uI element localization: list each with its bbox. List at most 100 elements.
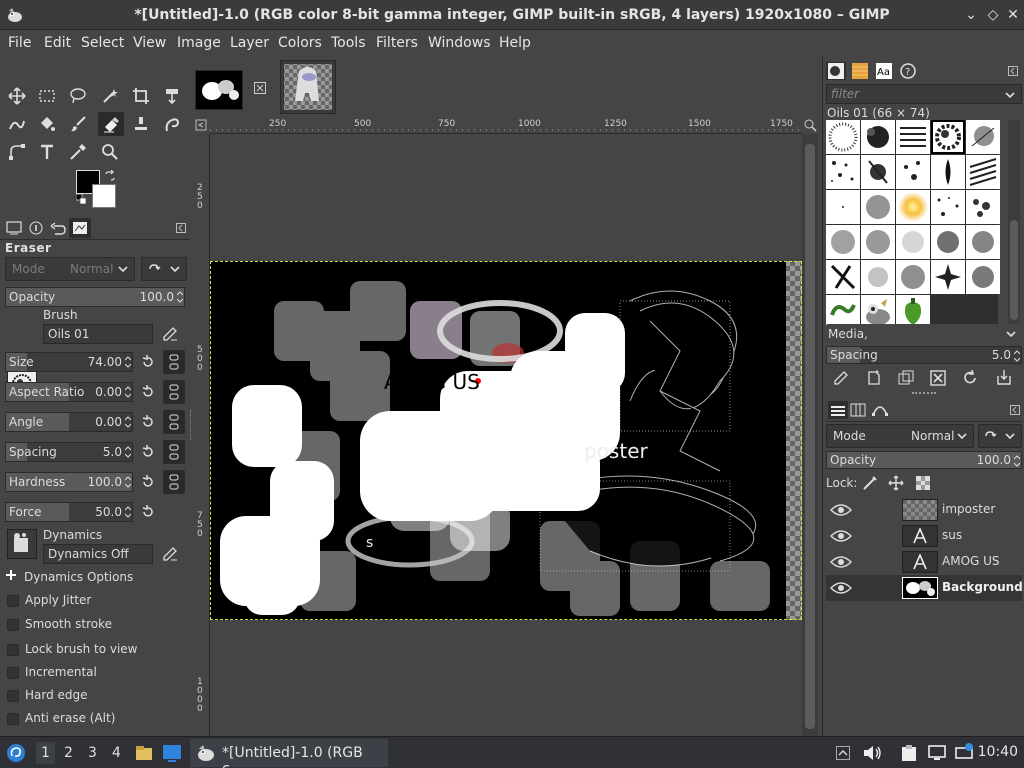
lasso-tool-icon[interactable] [67,85,89,107]
layers-tab-icon[interactable] [828,401,848,419]
fuzzy-select-tool-icon[interactable] [99,85,121,107]
ruler-corner[interactable] [194,118,210,134]
brush-cell[interactable] [896,120,930,154]
eye-icon[interactable] [830,528,852,544]
fonts-tab-icon[interactable]: Aa [874,62,894,80]
menu-filters[interactable]: Filters [376,35,418,51]
workspace-4[interactable]: 4 [112,745,121,761]
brush-cell[interactable] [826,225,860,259]
duplicate-brush-icon[interactable] [896,368,916,388]
hardness-slider[interactable]: Hardness 100.0 [5,472,133,492]
layer-row-sus[interactable]: sus [826,523,1022,549]
close-tab-icon[interactable] [254,82,266,94]
crop-tool-icon[interactable] [130,85,152,107]
brush-cell[interactable] [966,155,1000,189]
spin-arrows-icon[interactable] [125,385,131,399]
spin-arrows-icon[interactable] [125,355,131,369]
link-spacing-chain-icon[interactable] [163,440,185,464]
zoom-fit-icon[interactable] [803,118,817,132]
menu-file[interactable]: File [8,35,31,51]
mode-combo[interactable]: Mode Normal [5,257,135,281]
horizontal-ruler[interactable]: 250 500 750 1000 1250 1500 1750 [210,118,802,134]
brush-cell[interactable] [861,260,895,294]
spin-arrows-icon[interactable] [1014,349,1020,363]
incremental-checkbox[interactable] [7,667,19,679]
images-tab-icon[interactable] [69,218,91,238]
brush-cell[interactable] [826,190,860,224]
layer-row-amog-us[interactable]: AMOG US [826,549,1022,575]
file-manager-icon[interactable] [134,743,154,763]
size-slider[interactable]: Size 74.00 [5,352,133,372]
layer-row-imposter[interactable]: imposter [826,497,1022,523]
link-hardness-chain-icon[interactable] [163,470,185,494]
spin-arrows-icon[interactable] [125,445,131,459]
menu-edit[interactable]: Edit [44,35,71,51]
link-angle-chain-icon[interactable] [163,410,185,434]
patterns-tab-icon[interactable] [850,62,870,80]
reset-size-icon[interactable] [138,352,158,372]
spin-arrows-icon[interactable] [125,475,131,489]
brush-cell[interactable] [931,225,965,259]
network-icon[interactable] [954,742,974,762]
workspace-2[interactable]: 2 [64,745,73,761]
device-status-tab-icon[interactable] [25,218,47,238]
angle-slider[interactable]: Angle 0.00 [5,412,133,432]
brush-name-field[interactable]: Oils 01 [43,324,153,344]
menu-select[interactable]: Select [81,35,124,51]
maximize-button[interactable]: ◇ [984,6,1002,24]
warp-tool-icon[interactable] [6,113,28,135]
image-tab-thumb-1[interactable] [195,70,243,110]
link-size-chain-icon[interactable] [163,350,185,374]
transform-tool-icon[interactable] [161,85,183,107]
text-tool-icon[interactable] [36,141,58,163]
brush-cell-oils-01[interactable] [931,120,965,154]
layer-opacity-slider[interactable]: Opacity 100.0 [826,451,1022,469]
reset-spacing-icon[interactable] [138,442,158,462]
background-color-swatch[interactable] [92,184,116,208]
paint-mode-selector[interactable] [141,257,187,281]
color-picker-tool-icon[interactable] [67,141,89,163]
dynamics-field[interactable]: Dynamics Off [43,544,153,564]
spin-arrows-icon[interactable] [1014,454,1020,468]
brush-cell[interactable] [931,155,965,189]
edit-brush-action-icon[interactable] [831,368,851,388]
brush-cell[interactable] [896,225,930,259]
brush-tag-combo[interactable]: Media, [826,324,1022,344]
canvas-viewport[interactable]: AMOG US poster s [210,134,802,736]
vertical-scroll-thumb[interactable] [805,144,815,729]
undo-history-tab-icon[interactable] [47,218,69,238]
spacing-slider[interactable]: Spacing 5.0 [5,442,133,462]
menu-layer[interactable]: Layer [230,35,269,51]
smooth-stroke-checkbox[interactable] [7,619,19,631]
brush-cell[interactable] [826,155,860,189]
menu-image[interactable]: Image [177,35,221,51]
taskbar-gimp-window[interactable]: *[Untitled]-1.0 (RGB c... [190,739,388,768]
spin-arrows-icon[interactable] [177,290,183,304]
paths-tool-icon[interactable] [6,141,28,163]
eye-icon[interactable] [830,580,852,596]
channels-tab-icon[interactable] [848,401,868,419]
brush-grid-scrollbar[interactable] [1008,120,1020,326]
lock-pixels-icon[interactable] [860,473,880,493]
lock-position-icon[interactable] [886,473,906,493]
tool-options-tab-icon[interactable] [3,218,25,238]
layer-row-background[interactable]: Background [826,575,1023,601]
brush-cell[interactable] [896,155,930,189]
brush-cell[interactable] [966,120,1000,154]
rect-select-tool-icon[interactable] [36,85,58,107]
brushes-tab-icon[interactable] [826,62,846,80]
close-button[interactable]: ✕ [1004,6,1022,24]
eraser-tool-icon[interactable] [98,112,124,136]
lock-alpha-icon[interactable] [913,473,933,493]
dynamics-preview[interactable] [7,529,37,559]
help-tab-icon[interactable]: ? [898,62,918,80]
eye-icon[interactable] [830,554,852,570]
edit-brush-icon[interactable] [160,324,180,344]
layer-mode-combo[interactable]: Mode Normal [826,424,974,448]
vertical-scrollbar[interactable] [802,134,818,736]
dock-menu-icon[interactable] [1008,65,1018,79]
brush-grid[interactable] [826,120,1000,329]
brush-cell[interactable] [931,190,965,224]
brush-spacing-slider[interactable]: Spacing 5.0 [826,346,1022,364]
workspace-3[interactable]: 3 [88,745,97,761]
